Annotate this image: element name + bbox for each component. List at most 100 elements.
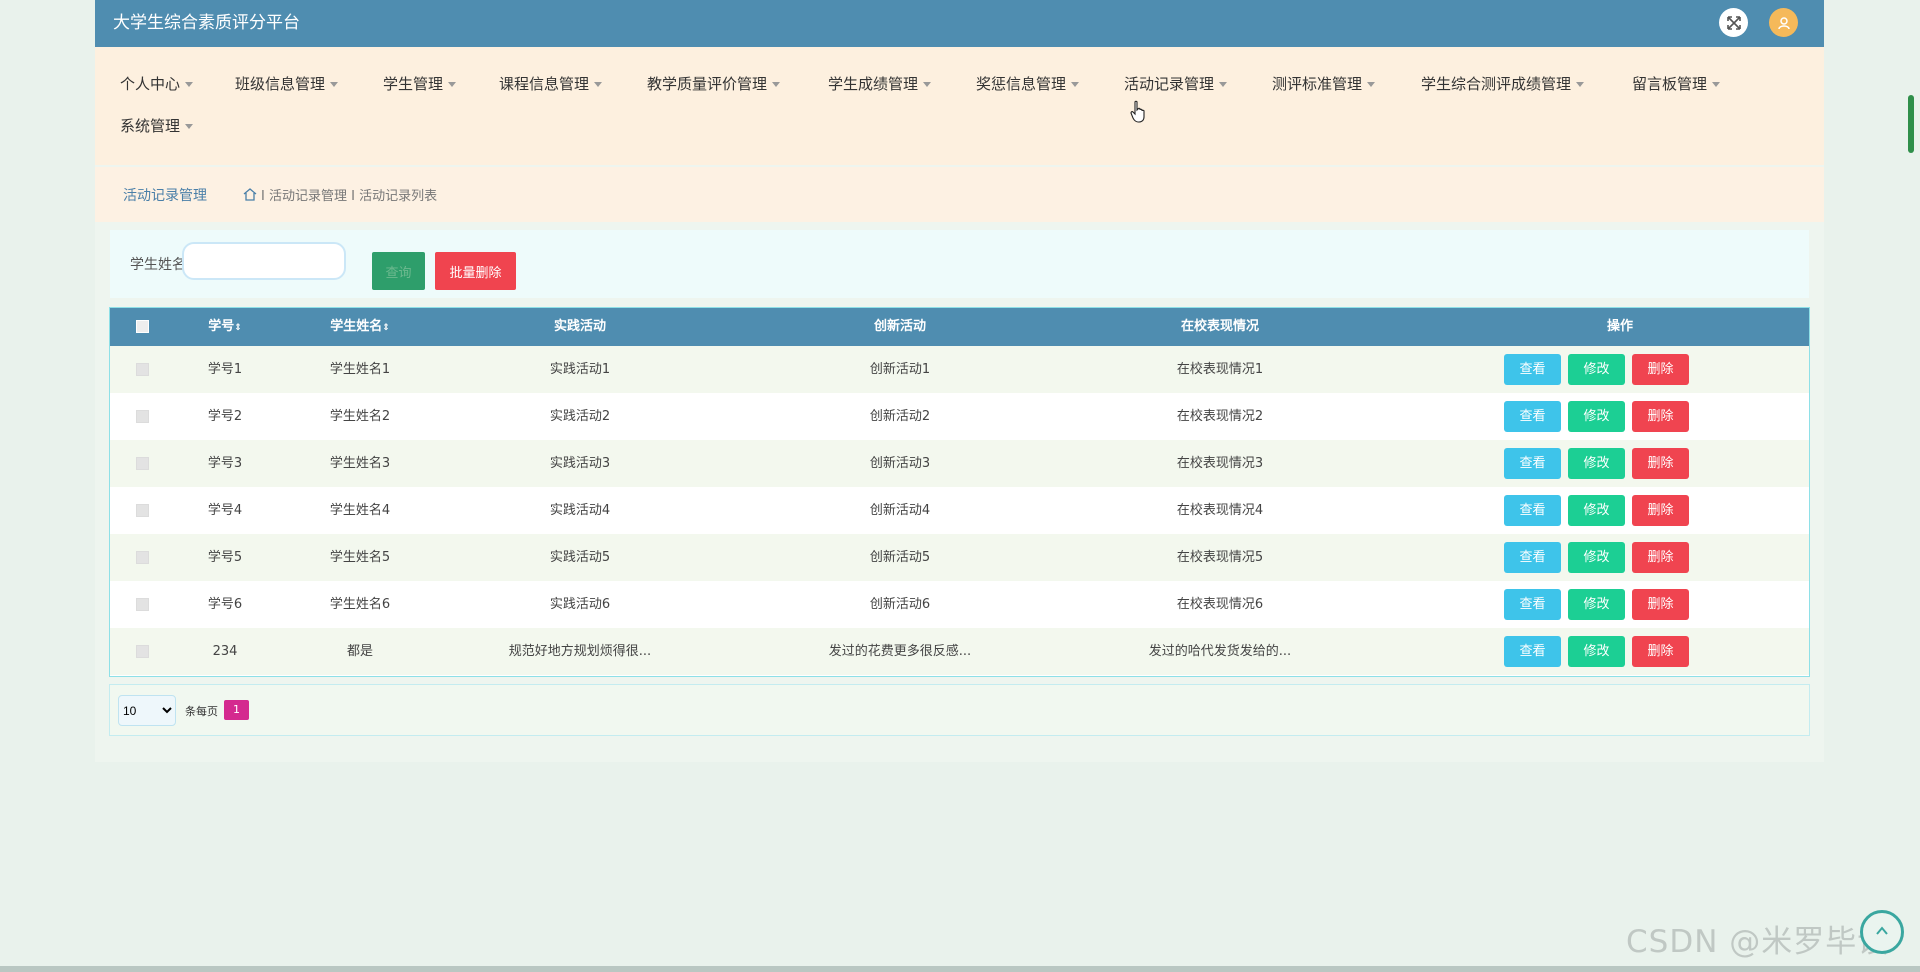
search-input[interactable]	[182, 242, 346, 280]
caret-down-icon	[1712, 82, 1721, 87]
nav-item-5[interactable]: 教学质量评价管理	[647, 74, 781, 94]
page-number-current[interactable]: 1	[224, 700, 249, 720]
activity-table: 学号⇕ 学生姓名⇕ 实践活动 创新活动 在校表现情况 操作 学号1 学生姓名1 实践…	[109, 307, 1810, 677]
user-avatar-icon[interactable]	[1769, 8, 1798, 37]
nav-item-label: 系统管理	[120, 117, 181, 135]
column-header-performance: 在校表现情况	[1180, 319, 1259, 334]
row-checkbox[interactable]	[136, 410, 149, 423]
edit-button[interactable]: 修改	[1568, 495, 1625, 526]
cell-innovation: 创新活动2	[869, 409, 931, 424]
cell-performance: 在校表现情况3	[1176, 456, 1264, 471]
edit-button[interactable]: 修改	[1568, 354, 1625, 385]
cell-name: 学生姓名3	[329, 456, 391, 471]
cell-id: 学号3	[207, 456, 243, 471]
nav-item-label: 活动记录管理	[1124, 75, 1215, 93]
taskbar-strip	[0, 966, 1920, 972]
column-header-innovation: 创新活动	[873, 319, 926, 334]
cell-performance: 在校表现情况2	[1176, 409, 1264, 424]
nav-item-11[interactable]: 留言板管理	[1632, 74, 1721, 94]
edit-button[interactable]: 修改	[1568, 636, 1625, 667]
row-checkbox[interactable]	[136, 645, 149, 658]
table-row: 234 都是 规范好地方规划烦得很... 发过的花费更多很反感... 发过的哈代发货发给…	[110, 628, 1809, 675]
delete-button[interactable]: 删除	[1632, 495, 1689, 526]
edit-button[interactable]: 修改	[1568, 589, 1625, 620]
nav-item-12[interactable]: 系统管理	[120, 116, 194, 136]
nav-item-4[interactable]: 课程信息管理	[499, 74, 603, 94]
table-row: 学号1 学生姓名1 实践活动1 创新活动1 在校表现情况1 查看 修改 删除	[110, 346, 1809, 393]
nav-item-label: 学生管理	[383, 75, 444, 93]
caret-down-icon	[330, 82, 339, 87]
view-button[interactable]: 查看	[1504, 636, 1561, 667]
caret-down-icon	[1219, 82, 1228, 87]
edit-button[interactable]: 修改	[1568, 401, 1625, 432]
nav-item-2[interactable]: 班级信息管理	[235, 74, 339, 94]
caret-down-icon	[923, 82, 932, 87]
view-button[interactable]: 查看	[1504, 495, 1561, 526]
row-checkbox[interactable]	[136, 551, 149, 564]
row-checkbox[interactable]	[136, 457, 149, 470]
view-button[interactable]: 查看	[1504, 448, 1561, 479]
nav-item-6[interactable]: 学生成绩管理	[828, 74, 932, 94]
scrollbar-thumb[interactable]	[1908, 95, 1914, 153]
delete-button[interactable]: 删除	[1632, 401, 1689, 432]
table-row: 学号6 学生姓名6 实践活动6 创新活动6 在校表现情况6 查看 修改 删除	[110, 581, 1809, 628]
row-checkbox[interactable]	[136, 363, 149, 376]
delete-button[interactable]: 删除	[1632, 589, 1689, 620]
select-all-checkbox[interactable]	[136, 320, 149, 333]
column-header-name[interactable]: 学生姓名⇕	[290, 308, 430, 346]
cell-performance: 在校表现情况5	[1176, 550, 1264, 565]
view-button[interactable]: 查看	[1504, 401, 1561, 432]
nav-item-label: 班级信息管理	[235, 75, 326, 93]
search-panel: 学生姓名	[110, 230, 1809, 298]
cell-practice: 规范好地方规划烦得很...	[508, 644, 652, 659]
column-header-actions: 操作	[1606, 319, 1633, 334]
expand-icon[interactable]	[1719, 8, 1748, 37]
view-button[interactable]: 查看	[1504, 354, 1561, 385]
breadcrumb-path[interactable]: I 活动记录管理 I 活动记录列表	[261, 185, 437, 204]
nav-item-9[interactable]: 测评标准管理	[1272, 74, 1376, 94]
row-checkbox[interactable]	[136, 504, 149, 517]
back-to-top-icon[interactable]	[1860, 910, 1904, 954]
cell-innovation: 创新活动1	[869, 362, 931, 377]
cell-performance: 在校表现情况6	[1176, 597, 1264, 612]
cell-id: 234	[212, 644, 238, 659]
breadcrumb-title: 活动记录管理	[123, 188, 207, 204]
edit-button[interactable]: 修改	[1568, 542, 1625, 573]
delete-button[interactable]: 删除	[1632, 448, 1689, 479]
delete-button[interactable]: 删除	[1632, 354, 1689, 385]
view-button[interactable]: 查看	[1504, 542, 1561, 573]
nav-item-10[interactable]: 学生综合测评成绩管理	[1421, 74, 1585, 94]
hand-cursor-icon	[1130, 100, 1148, 128]
cell-id: 学号1	[207, 362, 243, 377]
nav-item-1[interactable]: 个人中心	[120, 74, 194, 94]
batch-delete-button[interactable]: 批量删除	[435, 252, 516, 290]
row-checkbox[interactable]	[136, 598, 149, 611]
nav-item-8[interactable]: 活动记录管理	[1124, 74, 1228, 94]
cell-practice: 实践活动6	[549, 597, 611, 612]
search-button[interactable]: 查询	[372, 252, 425, 290]
cell-name: 学生姓名5	[329, 550, 391, 565]
caret-down-icon	[1576, 82, 1585, 87]
edit-button[interactable]: 修改	[1568, 448, 1625, 479]
view-button[interactable]: 查看	[1504, 589, 1561, 620]
table-row: 学号5 学生姓名5 实践活动5 创新活动5 在校表现情况5 查看 修改 删除	[110, 534, 1809, 581]
watermark: CSDN @米罗毕设	[1626, 924, 1890, 960]
caret-down-icon	[772, 82, 781, 87]
cell-practice: 实践活动1	[549, 362, 611, 377]
cell-innovation: 创新活动4	[869, 503, 931, 518]
table-row: 学号2 学生姓名2 实践活动2 创新活动2 在校表现情况2 查看 修改 删除	[110, 393, 1809, 440]
delete-button[interactable]: 删除	[1632, 636, 1689, 667]
cell-practice: 实践活动4	[549, 503, 611, 518]
delete-button[interactable]: 删除	[1632, 542, 1689, 573]
breadcrumb-bar: 活动记录管理 I 活动记录管理 I 活动记录列表	[95, 167, 1824, 222]
main-nav: 个人中心 班级信息管理 学生管理 课程信息管理 教学质量评价管理 学生成绩管理 奖惩信息管理…	[95, 47, 1824, 165]
page-size-select[interactable]: 10	[118, 695, 176, 726]
nav-item-label: 奖惩信息管理	[976, 75, 1067, 93]
nav-item-3[interactable]: 学生管理	[383, 74, 457, 94]
home-icon[interactable]	[243, 188, 257, 201]
nav-item-7[interactable]: 奖惩信息管理	[976, 74, 1080, 94]
caret-down-icon	[594, 82, 603, 87]
table-row: 学号4 学生姓名4 实践活动4 创新活动4 在校表现情况4 查看 修改 删除	[110, 487, 1809, 534]
caret-down-icon	[185, 124, 194, 129]
column-header-id[interactable]: 学号⇕	[190, 308, 260, 346]
